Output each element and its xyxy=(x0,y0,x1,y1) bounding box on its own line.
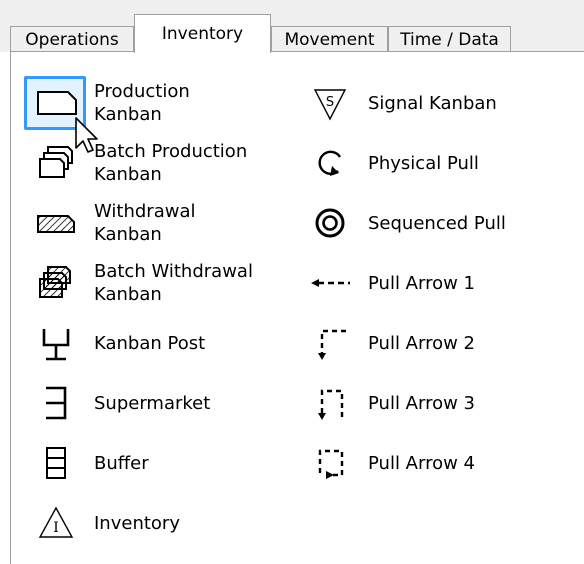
pull-arrow-2-icon xyxy=(304,317,356,369)
tab-label: Inventory xyxy=(161,24,244,44)
buffer-icon xyxy=(30,437,82,489)
batch-production-kanban-icon xyxy=(30,137,82,189)
item-label: Pull Arrow 3 xyxy=(368,392,475,414)
stencil-window: Operations Inventory Movement Time / Dat… xyxy=(0,0,584,564)
shape-withdrawal-kanban[interactable]: Withdrawal Kanban xyxy=(30,195,195,251)
signal-icon-letter: S xyxy=(326,95,334,110)
item-label: Buffer xyxy=(94,452,149,474)
item-label: Sequenced Pull xyxy=(368,212,506,234)
sequenced-pull-icon xyxy=(304,197,356,249)
shape-batch-withdrawal-kanban[interactable]: Batch Withdrawal Kanban xyxy=(30,255,253,311)
signal-kanban-icon: S xyxy=(304,77,356,129)
item-label: Physical Pull xyxy=(368,152,479,174)
item-label: Production Kanban xyxy=(94,81,190,125)
item-label: Inventory xyxy=(94,512,180,534)
withdrawal-kanban-icon xyxy=(30,197,82,249)
item-label: Withdrawal Kanban xyxy=(94,201,196,245)
inventory-icon-letter: I xyxy=(53,520,59,536)
tab-label: Movement xyxy=(284,29,375,50)
shape-buffer[interactable]: Buffer xyxy=(30,435,149,491)
tab-inventory[interactable]: Inventory xyxy=(134,14,271,53)
tab-bar: Operations Inventory Movement Time / Dat… xyxy=(0,0,584,53)
tab-label: Time / Data xyxy=(400,29,499,50)
shape-pull-arrow-1[interactable]: Pull Arrow 1 xyxy=(304,255,475,311)
item-label: Signal Kanban xyxy=(368,92,497,114)
shape-signal-kanban[interactable]: S Signal Kanban xyxy=(304,75,497,131)
shape-kanban-post[interactable]: Kanban Post xyxy=(30,315,205,371)
shape-sequenced-pull[interactable]: Sequenced Pull xyxy=(304,195,506,251)
item-label: Supermarket xyxy=(94,392,211,414)
shape-production-kanban[interactable]: Production Kanban xyxy=(30,75,190,131)
item-label: Pull Arrow 4 xyxy=(368,452,475,474)
item-label: Kanban Post xyxy=(94,332,206,354)
supermarket-icon xyxy=(30,377,82,429)
item-label: Batch Production Kanban xyxy=(94,141,248,185)
batch-withdrawal-kanban-icon xyxy=(30,257,82,309)
tab-time-data[interactable]: Time / Data xyxy=(388,26,511,52)
pull-arrow-1-icon xyxy=(304,257,356,309)
shape-batch-production-kanban[interactable]: Batch Production Kanban xyxy=(30,135,247,191)
kanban-post-icon xyxy=(30,317,82,369)
pull-arrow-3-icon xyxy=(304,377,356,429)
tab-label: Operations xyxy=(25,29,119,50)
tab-movement[interactable]: Movement xyxy=(271,26,388,52)
shape-inventory[interactable]: I Inventory xyxy=(30,495,180,551)
item-label: Pull Arrow 1 xyxy=(368,272,475,294)
physical-pull-icon xyxy=(304,137,356,189)
shape-pull-arrow-2[interactable]: Pull Arrow 2 xyxy=(304,315,475,371)
item-label: Batch Withdrawal Kanban xyxy=(94,261,253,305)
shape-pull-arrow-3[interactable]: Pull Arrow 3 xyxy=(304,375,475,431)
shape-pull-arrow-4[interactable]: Pull Arrow 4 xyxy=(304,435,475,491)
shape-supermarket[interactable]: Supermarket xyxy=(30,375,210,431)
item-label: Pull Arrow 2 xyxy=(368,332,475,354)
inventory-icon: I xyxy=(30,497,82,549)
shape-physical-pull[interactable]: Physical Pull xyxy=(304,135,479,191)
tab-operations[interactable]: Operations xyxy=(10,26,134,52)
pull-arrow-4-icon xyxy=(304,437,356,489)
